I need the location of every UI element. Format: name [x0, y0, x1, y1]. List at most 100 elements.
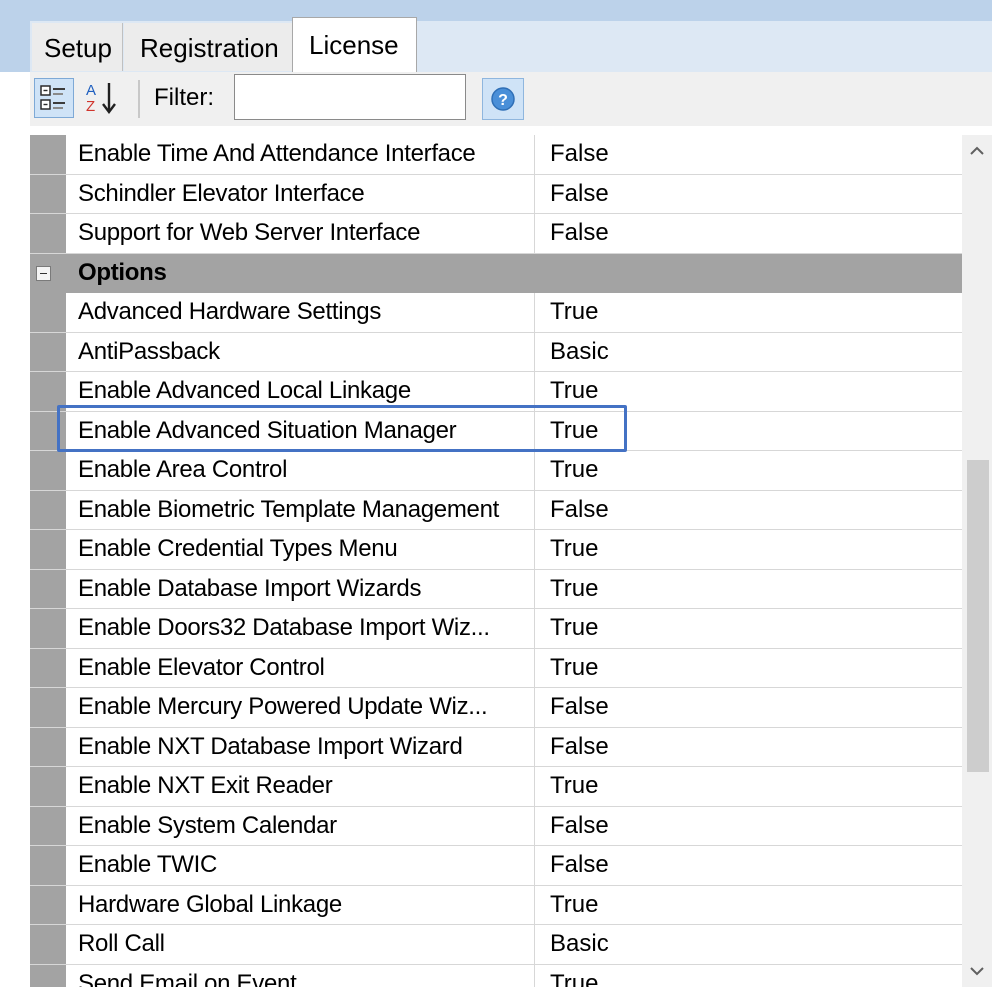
property-value[interactable]: True [550, 609, 598, 647]
column-divider [534, 885, 535, 925]
property-name: Enable NXT Database Import Wizard [78, 732, 463, 760]
property-value[interactable]: False [550, 688, 609, 726]
property-row[interactable]: Send Email on Event True [30, 964, 962, 987]
property-value[interactable]: True [550, 886, 598, 924]
property-name: Roll Call [78, 930, 165, 957]
property-value[interactable]: True [550, 412, 598, 450]
property-value[interactable]: Basic [550, 333, 609, 371]
property-row[interactable]: Enable NXT Exit Reader True [30, 767, 962, 807]
property-value[interactable]: False [550, 846, 609, 884]
property-name: Hardware Global Linkage [78, 890, 342, 918]
property-name: Enable System Calendar [78, 811, 337, 839]
column-divider [534, 648, 535, 688]
property-value[interactable]: False [550, 175, 609, 213]
property-name: Enable Advanced Local Linkage [78, 377, 411, 404]
property-row[interactable]: Enable Area Control True [30, 451, 962, 491]
svg-text:Z: Z [86, 98, 95, 115]
column-divider [534, 846, 535, 885]
property-name: Send Email on Event [78, 969, 297, 987]
column-divider [534, 530, 535, 569]
alphabetical-sort-button[interactable]: A Z [82, 78, 122, 118]
property-value[interactable]: True [550, 649, 598, 687]
tab-license[interactable]: License [292, 17, 417, 73]
property-grid-toolbar: A Z Filter: ? [30, 72, 992, 126]
help-button[interactable]: ? [482, 78, 524, 120]
tab-setup[interactable]: Setup [32, 23, 123, 71]
column-divider [534, 135, 535, 174]
scroll-down-icon[interactable] [962, 957, 992, 987]
property-row[interactable]: Enable System Calendar False [30, 806, 962, 846]
column-divider [534, 372, 535, 411]
column-divider [534, 767, 535, 806]
property-name: Enable Mercury Powered Update Wiz... [78, 693, 488, 720]
property-row[interactable]: Enable Advanced Local Linkage True [30, 372, 962, 412]
property-row[interactable]: Enable Database Import Wizards True [30, 569, 962, 609]
property-name: Enable Biometric Template Management [78, 495, 499, 523]
column-divider [534, 293, 535, 332]
property-row[interactable]: Roll Call Basic [30, 925, 962, 965]
filter-input[interactable] [234, 74, 466, 120]
property-row[interactable]: Enable Advanced Situation Manager True [30, 411, 962, 451]
property-rows: Enable Time And Attendance Interface Fals… [30, 135, 962, 987]
property-row[interactable]: Enable Credential Types Menu True [30, 530, 962, 570]
property-value[interactable]: True [550, 530, 598, 568]
property-value[interactable]: False [550, 214, 609, 252]
property-name: Schindler Elevator Interface [78, 179, 365, 207]
toolbar-separator [138, 80, 140, 118]
property-row[interactable]: Enable Elevator Control True [30, 648, 962, 688]
column-divider [534, 214, 535, 253]
property-value[interactable]: True [550, 965, 598, 987]
property-grid: Enable Time And Attendance Interface Fals… [30, 135, 962, 987]
property-row[interactable]: Enable Time And Attendance Interface Fals… [30, 135, 962, 175]
categorized-view-button[interactable] [34, 78, 74, 118]
tab-registration[interactable]: Registration [124, 23, 292, 71]
property-value[interactable]: False [550, 807, 609, 845]
column-divider [534, 174, 535, 214]
property-value[interactable]: False [550, 728, 609, 766]
property-value[interactable]: True [550, 767, 598, 805]
column-divider [534, 964, 535, 987]
column-divider [534, 490, 535, 530]
categorized-view-icon [40, 85, 65, 110]
property-row[interactable]: Advanced Hardware Settings True [30, 293, 962, 333]
property-row[interactable]: AntiPassback Basic [30, 332, 962, 372]
property-value[interactable]: True [550, 451, 598, 489]
column-divider [534, 727, 535, 767]
property-row[interactable]: Enable NXT Database Import Wizard False [30, 727, 962, 767]
property-row[interactable]: Enable TWIC False [30, 846, 962, 886]
svg-text:?: ? [498, 92, 508, 109]
collapse-icon[interactable] [36, 265, 51, 281]
property-name: Support for Web Server Interface [78, 219, 421, 246]
column-divider [534, 411, 535, 451]
category-label: Options [78, 258, 167, 286]
property-row[interactable]: Enable Biometric Template Management Fals… [30, 490, 962, 530]
column-divider [534, 451, 535, 490]
property-value[interactable]: True [550, 372, 598, 410]
property-name: AntiPassback [78, 337, 220, 365]
property-row[interactable]: Hardware Global Linkage True [30, 885, 962, 925]
sort-alphabetical-icon: A Z [86, 82, 116, 115]
property-panel: Setup Registration License A Z Filter: ?… [0, 0, 992, 987]
property-value[interactable]: False [550, 491, 609, 529]
property-value[interactable]: Basic [550, 925, 609, 963]
scroll-thumb[interactable] [967, 460, 989, 772]
property-value[interactable]: True [550, 570, 598, 608]
property-row[interactable]: Support for Web Server Interface False [30, 214, 962, 254]
category-row[interactable]: Options [30, 253, 962, 293]
column-divider [534, 332, 535, 372]
property-row[interactable]: Enable Mercury Powered Update Wiz... Fals… [30, 688, 962, 728]
tab-strip: Setup Registration License [0, 0, 992, 73]
column-divider [534, 806, 535, 846]
help-icon: ? [491, 87, 515, 111]
property-name: Enable TWIC [78, 851, 217, 878]
property-name: Advanced Hardware Settings [78, 298, 382, 325]
property-name: Enable NXT Exit Reader [78, 772, 333, 799]
property-value[interactable]: True [550, 293, 598, 331]
vertical-scrollbar[interactable] [962, 135, 992, 987]
property-row[interactable]: Enable Doors32 Database Import Wiz... Tru… [30, 609, 962, 649]
property-name: Enable Database Import Wizards [78, 574, 422, 602]
property-name: Enable Advanced Situation Manager [78, 416, 457, 444]
property-value[interactable]: False [550, 135, 609, 173]
property-row[interactable]: Schindler Elevator Interface False [30, 174, 962, 214]
scroll-up-icon[interactable] [962, 135, 992, 165]
